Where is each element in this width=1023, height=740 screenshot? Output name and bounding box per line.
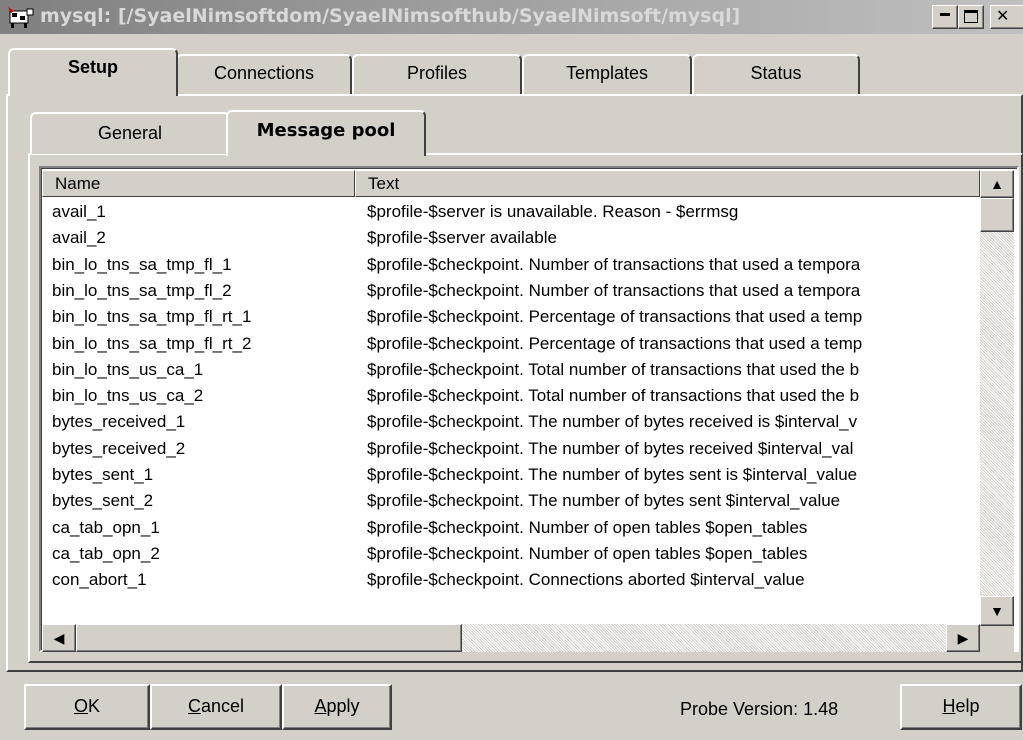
list-row-text: $profile-$server is unavailable. Reason … bbox=[367, 202, 739, 221]
list-row-name: bin_lo_tns_sa_tmp_fl_1 bbox=[52, 254, 232, 274]
tab-profiles[interactable]: Profiles bbox=[352, 54, 522, 94]
list-row-name: bytes_received_2 bbox=[52, 438, 186, 458]
list-row-text: $profile-$checkpoint. Connections aborte… bbox=[367, 570, 805, 590]
list-row-text: $profile-$checkpoint. Number of transact… bbox=[367, 254, 861, 274]
apply-button[interactable]: Apply bbox=[282, 684, 392, 730]
column-header-name-label: Name bbox=[55, 174, 101, 193]
help-button-mnemonic: H bbox=[942, 696, 956, 716]
list-row-name: bin_lo_tns_us_ca_1 bbox=[52, 359, 204, 379]
apply-button-label: pply bbox=[326, 696, 360, 716]
list-row[interactable]: bytes_received_1 $profile-$checkpoint. Th… bbox=[42, 409, 978, 435]
tab-templates-label: Templates bbox=[565, 63, 649, 83]
list-row[interactable]: bytes_sent_1 $profile-$checkpoint. The nu… bbox=[42, 462, 978, 488]
minimize-button[interactable] bbox=[932, 5, 958, 29]
list-row-name: bin_lo_tns_us_ca_2 bbox=[52, 386, 204, 406]
scroll-down-icon: ▼ bbox=[990, 603, 1004, 619]
ok-button[interactable]: OK bbox=[24, 684, 150, 730]
app-icon bbox=[8, 7, 34, 28]
list-row[interactable]: bin_lo_tns_sa_tmp_fl_rt_1 $profile-$check… bbox=[42, 304, 978, 330]
list-row-text: $profile-$checkpoint. Total number of tr… bbox=[367, 386, 860, 406]
apply-button-mnemonic: A bbox=[314, 696, 327, 716]
list-row-name: con_abort_1 bbox=[52, 570, 147, 590]
list-row[interactable]: bytes_sent_2 $profile-$checkpoint. The nu… bbox=[42, 488, 978, 514]
tab-general[interactable]: General bbox=[30, 112, 230, 154]
scroll-down-button[interactable]: ▼ bbox=[980, 596, 1014, 626]
help-button-label: elp bbox=[955, 696, 980, 716]
ok-button-label: K bbox=[88, 696, 101, 716]
list-row[interactable]: bin_lo_tns_sa_tmp_fl_1 $profile-$checkpoi… bbox=[42, 252, 978, 278]
tab-message-pool[interactable]: Message pool bbox=[226, 110, 426, 156]
close-button[interactable]: ✕ bbox=[990, 5, 1023, 29]
list-row-text: $profile-$checkpoint. Number of transact… bbox=[367, 280, 861, 300]
message-list-rows: avail_1 $profile-$server is unavailable. … bbox=[42, 199, 978, 623]
column-header-text[interactable]: Text bbox=[355, 170, 980, 197]
list-row-text: $profile-$checkpoint. Percentage of tran… bbox=[367, 333, 863, 353]
list-row[interactable]: avail_1 $profile-$server is unavailable. … bbox=[42, 199, 978, 225]
list-row-text: $profile-$checkpoint. The number of byte… bbox=[367, 491, 841, 511]
list-row-name: ca_tab_opn_1 bbox=[52, 517, 160, 537]
list-row-text: $profile-$server available bbox=[367, 228, 557, 248]
list-row[interactable]: con_abort_1 $profile-$checkpoint. Connect… bbox=[42, 567, 978, 593]
tab-status-label: Status bbox=[750, 63, 802, 83]
close-icon: ✕ bbox=[996, 6, 1010, 25]
list-row-text: $profile-$checkpoint. The number of byte… bbox=[367, 465, 858, 484]
list-row-name: avail_1 bbox=[52, 202, 106, 221]
list-row-name: bytes_received_1 bbox=[52, 412, 186, 432]
tab-profiles-label: Profiles bbox=[406, 63, 468, 83]
list-row-name: ca_tab_opn_2 bbox=[52, 543, 160, 563]
list-row-text: $profile-$checkpoint. Number of open tab… bbox=[367, 543, 808, 563]
cancel-button-label: ancel bbox=[200, 696, 245, 716]
list-row-text: $profile-$checkpoint. Number of open tab… bbox=[367, 517, 808, 537]
scroll-up-icon: ▲ bbox=[990, 176, 1004, 192]
list-row[interactable]: avail_2 $profile-$server available bbox=[42, 225, 978, 251]
vertical-scrollbar[interactable] bbox=[980, 170, 1014, 626]
list-row[interactable]: bin_lo_tns_us_ca_1 $profile-$checkpoint. … bbox=[42, 357, 978, 383]
column-header-name[interactable]: Name bbox=[42, 170, 355, 197]
tab-status[interactable]: Status bbox=[692, 54, 860, 94]
window-title: mysql: [/SyaelNimsoftdom/SyaelNimsofthub… bbox=[40, 5, 741, 27]
tab-templates[interactable]: Templates bbox=[522, 54, 692, 94]
scroll-left-button[interactable]: ◀ bbox=[42, 624, 76, 652]
scroll-right-icon: ▶ bbox=[957, 630, 969, 646]
vertical-scroll-thumb[interactable] bbox=[980, 198, 1014, 232]
scrollbar-corner bbox=[980, 626, 1014, 652]
list-row-name: bytes_sent_1 bbox=[52, 465, 154, 484]
maximize-button[interactable] bbox=[958, 5, 984, 29]
cancel-button[interactable]: Cancel bbox=[150, 684, 282, 730]
list-row-text: $profile-$checkpoint. Percentage of tran… bbox=[367, 307, 863, 327]
list-row-name: bin_lo_tns_sa_tmp_fl_2 bbox=[52, 280, 232, 300]
tab-general-label: General bbox=[97, 123, 163, 143]
list-row-name: avail_2 bbox=[52, 228, 106, 248]
minimize-icon bbox=[940, 13, 950, 16]
scroll-right-button[interactable]: ▶ bbox=[946, 624, 980, 652]
tab-setup-label: Setup bbox=[67, 57, 118, 77]
tab-connections-label: Connections bbox=[213, 63, 315, 83]
list-row[interactable]: bin_lo_tns_us_ca_2 $profile-$checkpoint. … bbox=[42, 383, 978, 409]
list-row-name: bin_lo_tns_sa_tmp_fl_rt_2 bbox=[52, 333, 252, 353]
list-row-name: bin_lo_tns_sa_tmp_fl_rt_1 bbox=[52, 307, 252, 327]
list-row-text: $profile-$checkpoint. The number of byte… bbox=[367, 412, 858, 432]
tab-message-pool-label: Message pool bbox=[256, 120, 396, 141]
maximize-icon bbox=[964, 10, 978, 23]
list-row-text: $profile-$checkpoint. Total number of tr… bbox=[367, 359, 860, 379]
probe-version: Probe Version: 1.48 bbox=[680, 699, 839, 719]
list-row[interactable]: bytes_received_2 $profile-$checkpoint. Th… bbox=[42, 436, 978, 462]
list-row[interactable]: bin_lo_tns_sa_tmp_fl_2 $profile-$checkpoi… bbox=[42, 278, 978, 304]
list-row[interactable]: ca_tab_opn_1 $profile-$checkpoint. Number… bbox=[42, 515, 978, 541]
scroll-left-icon: ◀ bbox=[53, 630, 65, 646]
scroll-up-button[interactable]: ▲ bbox=[980, 170, 1014, 198]
list-row[interactable]: ca_tab_opn_2 $profile-$checkpoint. Number… bbox=[42, 541, 978, 567]
tab-connections[interactable]: Connections bbox=[176, 54, 352, 94]
list-row-name: bytes_sent_2 bbox=[52, 491, 154, 511]
list-row-text: $profile-$checkpoint. The number of byte… bbox=[367, 438, 854, 458]
horizontal-scroll-thumb[interactable] bbox=[76, 624, 462, 652]
list-row[interactable]: bin_lo_tns_sa_tmp_fl_rt_2 $profile-$check… bbox=[42, 331, 978, 357]
help-button[interactable]: Help bbox=[900, 684, 1022, 730]
column-header-text-label: Text bbox=[368, 174, 400, 193]
cancel-button-mnemonic: C bbox=[187, 696, 201, 716]
title-bar[interactable]: mysql: [/SyaelNimsoftdom/SyaelNimsofthub… bbox=[0, 0, 1023, 34]
tab-setup[interactable]: Setup bbox=[8, 48, 178, 96]
ok-button-mnemonic: O bbox=[73, 696, 88, 716]
